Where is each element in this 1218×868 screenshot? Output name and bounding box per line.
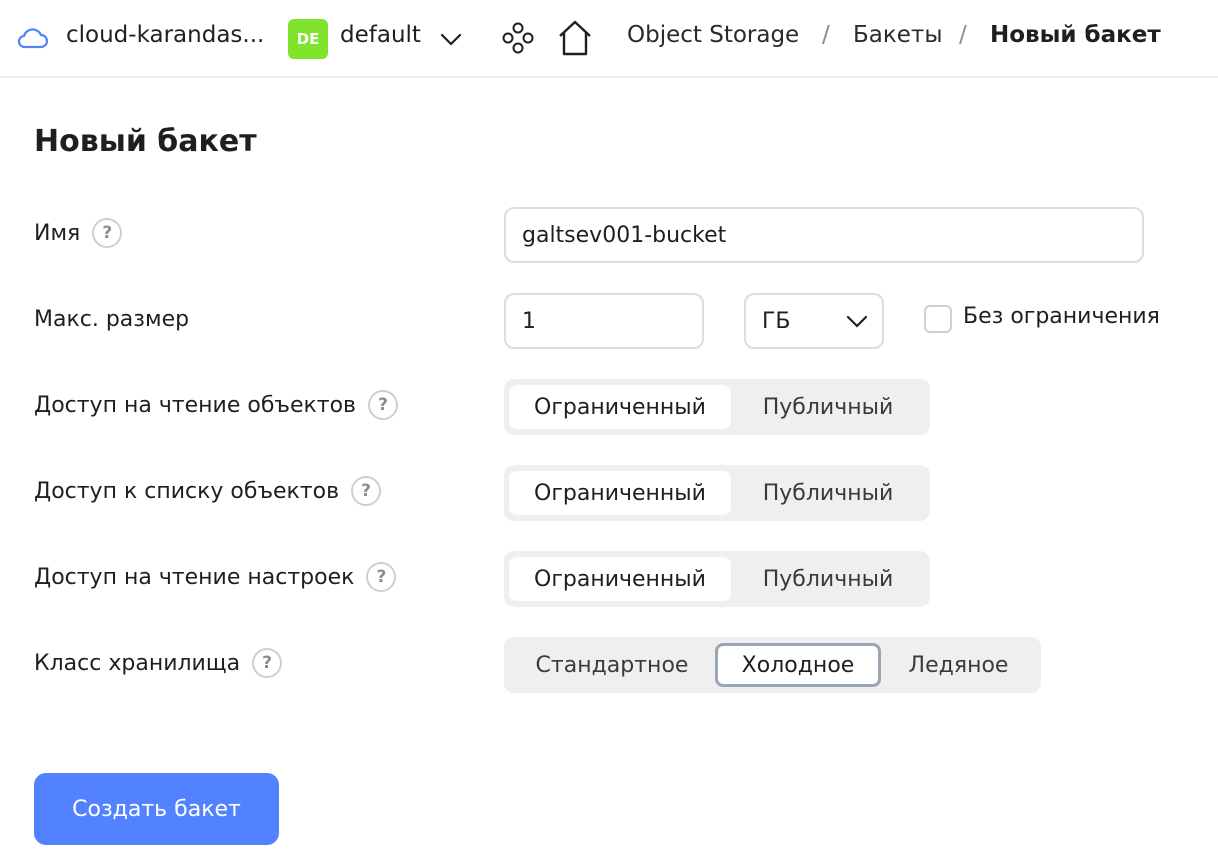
breadcrumb-buckets[interactable]: Бакеты: [853, 22, 942, 48]
read-settings-label: Доступ на чтение настроек ?: [34, 562, 397, 592]
read-objects-label: Доступ на чтение объектов ?: [34, 390, 399, 420]
folder-selector[interactable]: default: [340, 22, 421, 48]
chevron-down-icon[interactable]: [440, 28, 462, 50]
help-icon[interactable]: ?: [92, 218, 123, 248]
cloud-icon[interactable]: [16, 24, 50, 52]
name-label: Имя ?: [34, 218, 123, 248]
max-size-input[interactable]: [504, 293, 704, 349]
name-label-text: Имя: [34, 220, 81, 246]
home-icon[interactable]: [556, 18, 594, 58]
page-title: Новый бакет: [34, 124, 257, 159]
storage-class-label: Класс хранилища ?: [34, 648, 283, 678]
size-unit-select[interactable]: ГБ: [744, 293, 884, 349]
create-bucket-button[interactable]: Создать бакет: [34, 773, 279, 845]
breadcrumb-separator: /: [822, 22, 830, 48]
option-restricted[interactable]: Ограниченный: [509, 471, 731, 515]
option-restricted[interactable]: Ограниченный: [509, 385, 731, 429]
option-restricted[interactable]: Ограниченный: [509, 557, 731, 601]
cloud-selector[interactable]: cloud-karandas...: [66, 22, 264, 48]
list-objects-access-toggle: Ограниченный Публичный: [504, 465, 930, 521]
read-settings-access-toggle: Ограниченный Публичный: [504, 551, 930, 607]
help-icon[interactable]: ?: [366, 562, 397, 592]
option-public[interactable]: Публичный: [731, 385, 925, 429]
breadcrumb-current: Новый бакет: [990, 22, 1161, 48]
help-icon[interactable]: ?: [252, 648, 283, 678]
bucket-name-input[interactable]: [504, 207, 1144, 263]
storage-class-toggle: Стандартное Холодное Ледяное: [504, 637, 1041, 693]
read-settings-label-text: Доступ на чтение настроек: [34, 564, 355, 590]
option-public[interactable]: Публичный: [731, 471, 925, 515]
read-objects-label-text: Доступ на чтение объектов: [34, 392, 357, 418]
top-bar: cloud-karandas... DE default Object Stor…: [0, 0, 1218, 78]
storage-class-label-text: Класс хранилища: [34, 650, 241, 676]
breadcrumb-separator: /: [959, 22, 967, 48]
option-ice[interactable]: Ледяное: [881, 643, 1036, 687]
option-public[interactable]: Публичный: [731, 557, 925, 601]
help-icon[interactable]: ?: [351, 476, 382, 506]
unlimited-checkbox[interactable]: [924, 305, 952, 333]
help-icon[interactable]: ?: [368, 390, 399, 420]
option-cold[interactable]: Холодное: [715, 643, 881, 687]
folder-badge: DE: [288, 19, 328, 59]
size-unit-value: ГБ: [762, 308, 791, 334]
chevron-down-icon: [846, 315, 868, 328]
list-objects-label-text: Доступ к списку объектов: [34, 478, 340, 504]
unlimited-label[interactable]: Без ограничения: [963, 304, 1160, 329]
read-objects-access-toggle: Ограниченный Публичный: [504, 379, 930, 435]
breadcrumb-object-storage[interactable]: Object Storage: [627, 22, 799, 48]
services-icon[interactable]: [500, 20, 536, 56]
max-size-label-text: Макс. размер: [34, 307, 190, 332]
list-objects-label: Доступ к списку объектов ?: [34, 476, 382, 506]
option-standard[interactable]: Стандартное: [509, 643, 715, 687]
max-size-label: Макс. размер: [34, 307, 189, 332]
